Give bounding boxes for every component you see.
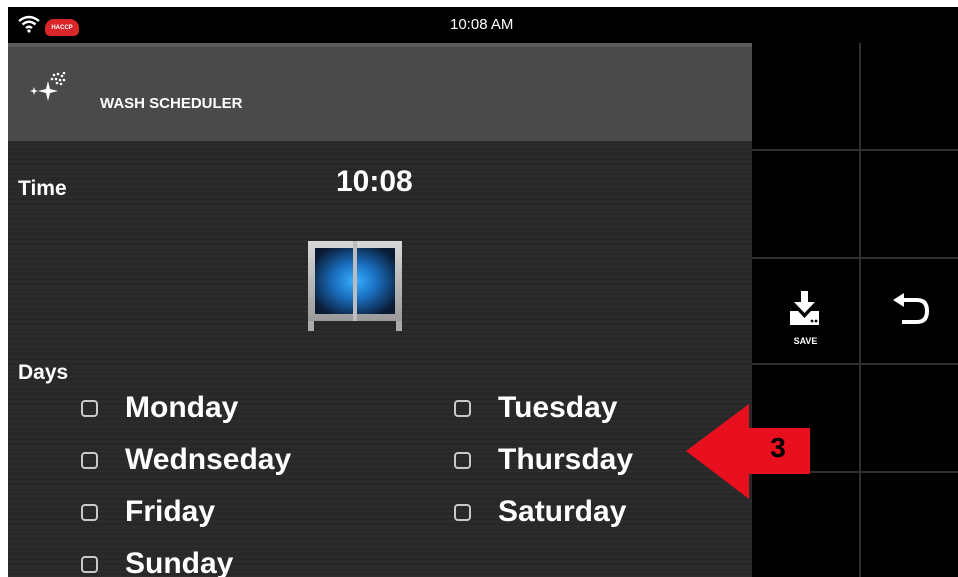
wash-scheduler-panel: WASH SCHEDULER Time 10:08 Days Monday Tu… xyxy=(8,43,752,577)
title-bar: WASH SCHEDULER xyxy=(8,43,752,141)
day-option-sunday[interactable]: Sunday xyxy=(81,547,233,577)
day-option-friday[interactable]: Friday xyxy=(81,495,215,529)
grid-divider xyxy=(752,149,958,151)
grid-divider xyxy=(752,363,958,365)
page-title: WASH SCHEDULER xyxy=(100,95,243,112)
day-option-saturday[interactable]: Saturday xyxy=(454,495,626,529)
wednesday-checkbox[interactable] xyxy=(81,451,98,469)
saturday-checkbox[interactable] xyxy=(454,503,471,521)
back-arrow-icon xyxy=(893,293,930,324)
wifi-icon xyxy=(18,15,40,33)
wash-sparkle-icon xyxy=(30,71,66,101)
sunday-checkbox[interactable] xyxy=(81,555,98,573)
days-label: Days xyxy=(18,361,69,384)
day-option-wednesday[interactable]: Wednseday xyxy=(81,443,291,477)
device-screen: HACCP 10:08 AM WASH SCHEDULER Time 10:08 xyxy=(8,7,958,577)
tuesday-checkbox[interactable] xyxy=(454,399,471,417)
download-save-icon xyxy=(790,291,819,325)
back-button[interactable] xyxy=(861,257,958,363)
status-bar: HACCP 10:08 AM xyxy=(8,7,958,43)
tuesday-label: Tuesday xyxy=(498,391,618,424)
wednesday-label: Wednseday xyxy=(125,443,292,476)
haccp-badge: HACCP xyxy=(45,19,79,36)
save-button[interactable]: SAVE xyxy=(752,257,859,363)
thursday-label: Thursday xyxy=(498,443,634,476)
status-clock: 10:08 AM xyxy=(450,16,514,33)
callout-number: 3 xyxy=(770,432,786,463)
oven-glass-icon[interactable] xyxy=(306,239,404,333)
saturday-label: Saturday xyxy=(498,495,627,528)
monday-label: Monday xyxy=(125,391,239,424)
day-option-monday[interactable]: Monday xyxy=(81,391,238,425)
save-label: SAVE xyxy=(793,336,818,346)
time-value[interactable]: 10:08 xyxy=(336,165,413,199)
day-option-tuesday[interactable]: Tuesday xyxy=(454,391,618,425)
sunday-label: Sunday xyxy=(125,547,234,577)
friday-label: Friday xyxy=(125,495,216,528)
time-label: Time xyxy=(18,177,67,200)
thursday-checkbox[interactable] xyxy=(454,451,471,469)
day-option-thursday[interactable]: Thursday xyxy=(454,443,633,477)
monday-checkbox[interactable] xyxy=(81,399,98,417)
friday-checkbox[interactable] xyxy=(81,503,98,521)
